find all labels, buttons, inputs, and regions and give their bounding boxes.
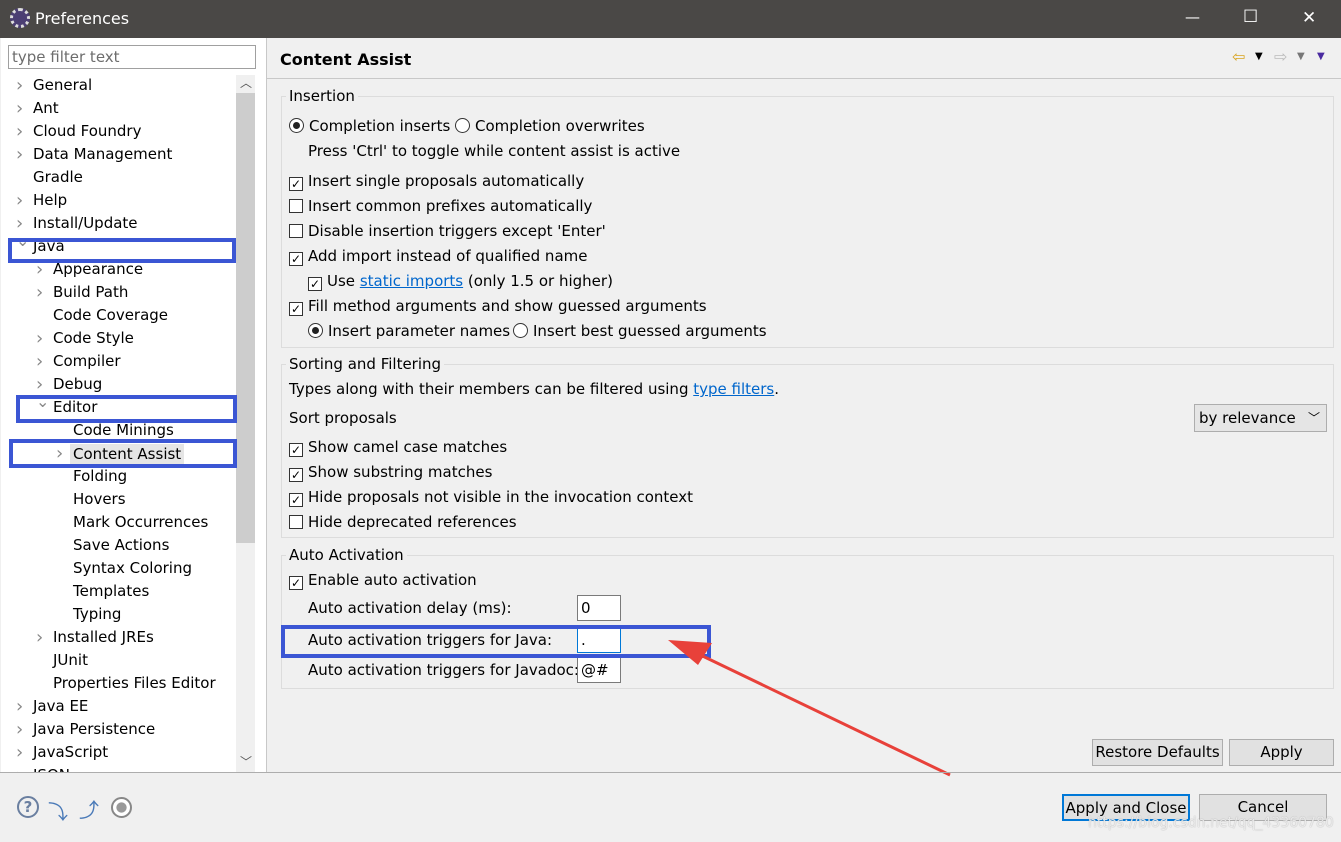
red-arrow-annotation [668, 640, 951, 777]
export-icon[interactable]: ⤴ [79, 794, 99, 823]
import-icon[interactable]: ⤵ [48, 796, 68, 825]
restore-defaults-button[interactable]: Restore Defaults [1092, 739, 1223, 766]
footer-divider [0, 772, 1341, 773]
record-icon[interactable] [111, 797, 132, 818]
watermark: https://blog.csdn.net/qq_43360780 [1088, 815, 1334, 831]
apply-button[interactable]: Apply [1229, 739, 1334, 766]
help-icon[interactable]: ? [17, 796, 39, 818]
